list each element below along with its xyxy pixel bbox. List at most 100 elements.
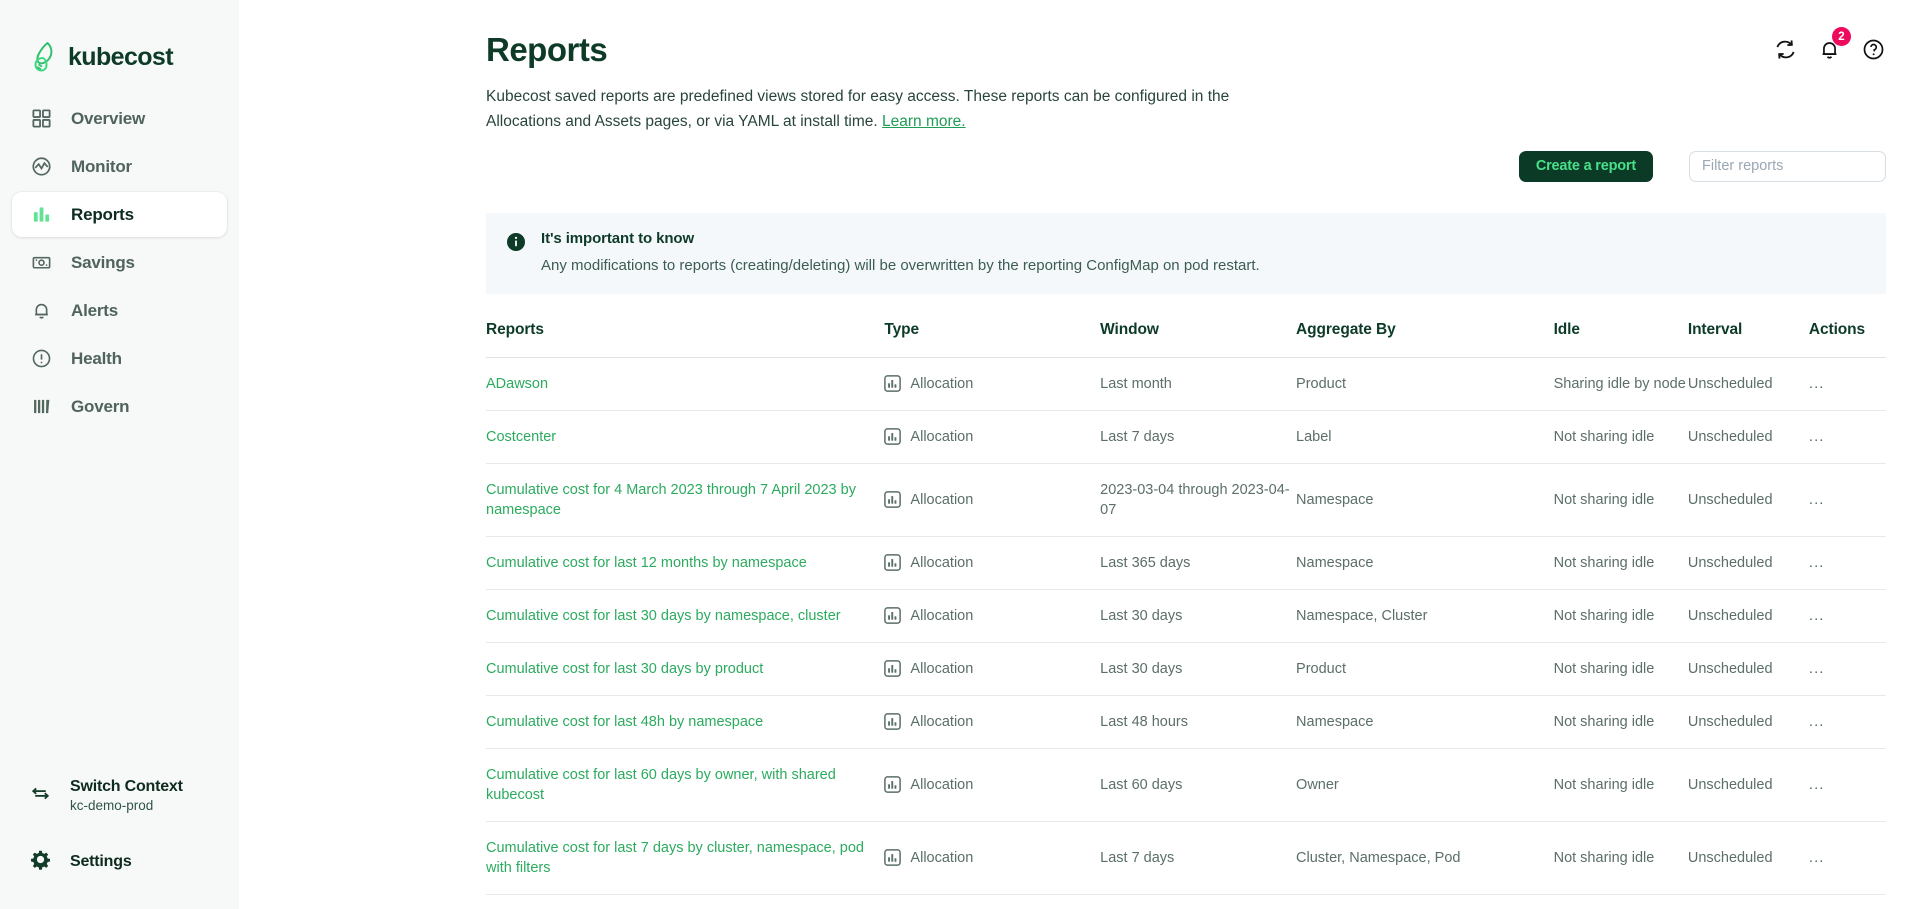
table-head: Reports Type Window Aggregate By Idle In…: [486, 320, 1886, 358]
sidebar-item-govern[interactable]: Govern: [12, 384, 227, 429]
table-row: Cumulative cost for last 48h by namespac…: [486, 695, 1886, 749]
report-name-cell: ADawson: [486, 357, 885, 411]
report-aggregate-by-cell: Cluster, Namespace, Pod: [1296, 821, 1554, 895]
bar-chart-icon: [30, 204, 52, 226]
alert-circle-icon: [30, 348, 52, 370]
sidebar-item-savings[interactable]: Savings: [12, 240, 227, 285]
row-actions-menu-button[interactable]: ...: [1809, 776, 1825, 793]
table-row: Cumulative cost for last 7 days by produ…: [486, 894, 1886, 909]
learn-more-link[interactable]: Learn more.: [882, 113, 966, 130]
report-name-cell: Cumulative cost for last 30 days by name…: [486, 589, 885, 643]
report-type-label: Allocation: [910, 660, 974, 677]
report-link[interactable]: Cumulative cost for last 30 days by name…: [486, 606, 841, 626]
row-actions-menu-button[interactable]: ...: [1809, 607, 1825, 624]
table-row: Cumulative cost for last 30 days by prod…: [486, 642, 1886, 696]
report-interval-cell: Unscheduled: [1687, 642, 1809, 696]
column-header-window[interactable]: Window: [1100, 320, 1297, 358]
switch-context-button[interactable]: Switch Context kc-demo-prod: [12, 770, 227, 821]
bar-chart-square-icon: [884, 713, 902, 730]
report-link[interactable]: Cumulative cost for 4 March 2023 through…: [486, 480, 884, 520]
report-aggregate-by-cell: Product: [1296, 642, 1554, 696]
report-type-label: Allocation: [910, 375, 974, 392]
sidebar-item-label: Overview: [71, 108, 146, 128]
sidebar-nav: Overview Monitor Reports Savings Alerts …: [0, 96, 239, 429]
column-header-interval[interactable]: Interval: [1687, 320, 1809, 358]
table-row: ADawson Allocation Last month Product Sharin…: [486, 357, 1886, 411]
report-link[interactable]: Cumulative cost for last 30 days by prod…: [486, 659, 763, 679]
report-window-cell: Last 60 days: [1100, 748, 1297, 822]
report-link[interactable]: Cumulative cost for last 48h by namespac…: [486, 712, 763, 732]
report-type-cell: Allocation: [884, 695, 1101, 749]
bell-icon: [30, 300, 52, 322]
notifications-bell-icon[interactable]: 2: [1816, 27, 1851, 62]
row-actions-menu-button[interactable]: ...: [1809, 554, 1825, 571]
logo[interactable]: kubecost: [0, 0, 239, 78]
sidebar-item-reports[interactable]: Reports: [12, 192, 227, 237]
report-interval-cell: Unscheduled: [1687, 894, 1809, 909]
activity-icon: [30, 156, 52, 178]
create-report-button[interactable]: Create a report: [1518, 150, 1653, 182]
report-actions-cell: ...: [1808, 894, 1886, 909]
row-actions-menu-button[interactable]: ...: [1809, 375, 1825, 392]
grid-icon: [30, 108, 52, 130]
report-link[interactable]: Cumulative cost for last 12 months by na…: [486, 553, 807, 573]
report-type-label: Allocation: [910, 428, 974, 445]
report-interval-cell: Unscheduled: [1687, 748, 1809, 822]
report-link[interactable]: ADawson: [486, 374, 548, 394]
report-actions-cell: ...: [1808, 695, 1886, 749]
report-window-cell: Last 48 hours: [1100, 695, 1297, 749]
row-actions-menu-button[interactable]: ...: [1809, 428, 1825, 445]
sidebar-item-alerts[interactable]: Alerts: [12, 288, 227, 333]
report-interval-cell: Unscheduled: [1687, 410, 1809, 464]
sidebar-item-overview[interactable]: Overview: [12, 96, 227, 141]
report-interval-cell: Unscheduled: [1687, 589, 1809, 643]
bar-chart-square-icon: [884, 375, 902, 392]
report-actions-cell: ...: [1808, 642, 1886, 696]
switch-context-title: Switch Context: [70, 778, 183, 795]
refresh-icon[interactable]: [1772, 36, 1798, 62]
report-type-cell: Allocation: [884, 536, 1101, 590]
row-actions-menu-button[interactable]: ...: [1809, 491, 1825, 508]
report-idle-cell: Not sharing idle: [1553, 536, 1688, 590]
column-header-actions: Actions: [1808, 320, 1886, 358]
report-idle-cell: Not sharing idle: [1553, 463, 1688, 537]
column-header-aggregate-by[interactable]: Aggregate By: [1296, 320, 1554, 358]
info-banner-body: It's important to know Any modifications…: [526, 230, 1260, 274]
report-idle-cell: Not sharing idle: [1553, 695, 1688, 749]
row-actions-menu-button[interactable]: ...: [1809, 849, 1825, 866]
column-header-reports[interactable]: Reports: [486, 320, 885, 358]
report-actions-cell: ...: [1808, 821, 1886, 895]
page-title: Reports: [486, 31, 608, 68]
report-type-label: Allocation: [910, 607, 974, 624]
report-name-cell: Costcenter: [486, 410, 885, 464]
report-aggregate-by-cell: Namespace, Cluster: [1296, 589, 1554, 643]
report-type-label: Allocation: [910, 776, 974, 793]
report-interval-cell: Unscheduled: [1687, 463, 1809, 537]
help-circle-icon[interactable]: [1860, 36, 1886, 62]
sidebar-item-monitor[interactable]: Monitor: [12, 144, 227, 189]
notifications-badge: 2: [1832, 27, 1851, 46]
info-banner-title: It's important to know: [541, 229, 695, 247]
report-link[interactable]: Cumulative cost for last 7 days by clust…: [486, 838, 884, 878]
column-header-type[interactable]: Type: [884, 320, 1101, 358]
sidebar-footer: Switch Context kc-demo-prod Settings: [0, 770, 239, 909]
sidebar-item-label: Savings: [71, 252, 135, 272]
report-window-cell: Last 7 days: [1100, 410, 1297, 464]
column-header-idle[interactable]: Idle: [1553, 320, 1688, 358]
sidebar-item-health[interactable]: Health: [12, 336, 227, 381]
report-link[interactable]: Cumulative cost for last 60 days by owne…: [486, 765, 884, 805]
report-idle-cell: Not sharing idle: [1553, 589, 1688, 643]
report-name-cell: Cumulative cost for 4 March 2023 through…: [486, 463, 885, 537]
report-type-cell: Allocation: [884, 642, 1101, 696]
sidebar-item-settings[interactable]: Settings: [12, 839, 227, 885]
report-window-cell: Last 30 days: [1100, 589, 1297, 643]
page-header: Reports Kubecost saved reports are prede…: [239, 0, 1916, 134]
row-actions-menu-button[interactable]: ...: [1809, 713, 1825, 730]
report-link[interactable]: Costcenter: [486, 427, 556, 447]
row-actions-menu-button[interactable]: ...: [1809, 660, 1825, 677]
page-description-text: Kubecost saved reports are predefined vi…: [486, 87, 1230, 130]
report-window-cell: Last month: [1100, 357, 1297, 411]
filter-reports-input[interactable]: [1689, 150, 1886, 182]
table-row: Cumulative cost for last 30 days by name…: [486, 589, 1886, 643]
logo-text: kubecost: [68, 42, 174, 71]
